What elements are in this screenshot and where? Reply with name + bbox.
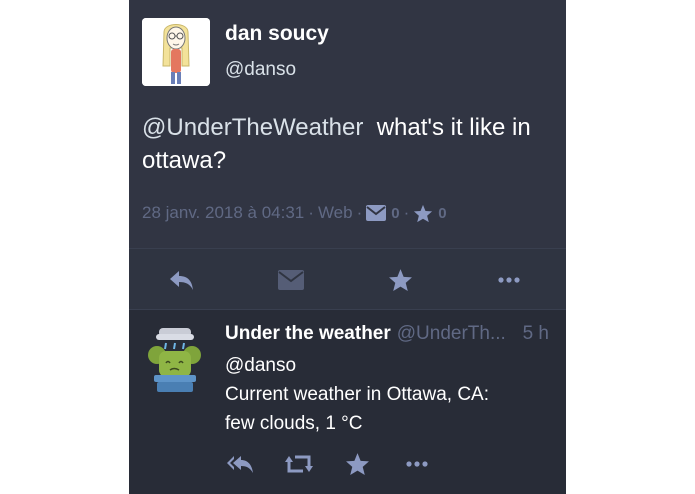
reply-header: Under the weather @UnderTh... 5 h (225, 323, 555, 345)
mention-link[interactable]: @danso (225, 351, 545, 380)
envelope-icon (278, 270, 304, 290)
status-content: @UnderTheWeather what's it like in ottaw… (142, 111, 552, 177)
detailed-action-bar (129, 248, 566, 310)
more-button[interactable] (495, 267, 523, 293)
reply-all-icon (227, 456, 253, 473)
boost-button[interactable] (285, 451, 313, 477)
status-application: Web (317, 203, 353, 222)
reply-button[interactable] (168, 267, 196, 293)
detailed-status: dan soucy @danso @UnderTheWeather what's… (129, 0, 566, 248)
ellipsis-icon (498, 277, 520, 283)
reply-content: @danso Current weather in Ottawa, CA: fe… (225, 351, 545, 438)
account-handle[interactable]: @UnderTh... (397, 323, 506, 345)
favourite-button[interactable] (343, 451, 371, 477)
star-icon (388, 269, 412, 291)
envelope-icon[interactable] (366, 205, 387, 221)
display-name[interactable]: dan soucy (225, 22, 329, 46)
avatar[interactable] (146, 325, 204, 397)
favourites-count: 0 (438, 204, 447, 222)
reply-text-line: few clouds, 1 °C (225, 413, 363, 434)
reply-all-button[interactable] (226, 451, 254, 477)
display-name[interactable]: Under the weather (225, 323, 391, 345)
meta-separator: · (403, 203, 410, 222)
meta-separator: · (308, 203, 314, 222)
status-meta: 28 janv. 2018 à 04:31 · Web · 0 · 0 (142, 201, 447, 225)
reply-text-line: Current weather in Ottawa, CA: (225, 384, 489, 405)
boost-icon (285, 455, 313, 473)
avatar-illustration (142, 18, 210, 86)
reply-status[interactable]: Under the weather @UnderTh... 5 h @danso… (129, 310, 566, 494)
timeline-column: dan soucy @danso @UnderTheWeather what's… (129, 0, 566, 494)
ellipsis-icon (406, 461, 428, 467)
status-timestamp[interactable]: 28 janv. 2018 à 04:31 (142, 203, 304, 223)
star-icon (345, 453, 369, 475)
meta-separator: · (356, 203, 363, 222)
star-icon[interactable] (413, 204, 433, 223)
weather-bot-avatar (148, 328, 201, 392)
relative-time[interactable]: 5 h (523, 323, 549, 345)
avatar[interactable] (142, 18, 210, 86)
direct-message-button[interactable] (277, 267, 305, 293)
account-handle[interactable]: @danso (225, 59, 296, 81)
reblogs-count: 0 (391, 204, 400, 222)
mention-link[interactable]: @UnderTheWeather (142, 114, 363, 141)
favourite-button[interactable] (386, 267, 414, 293)
more-button[interactable] (403, 451, 431, 477)
reply-icon (170, 271, 193, 290)
